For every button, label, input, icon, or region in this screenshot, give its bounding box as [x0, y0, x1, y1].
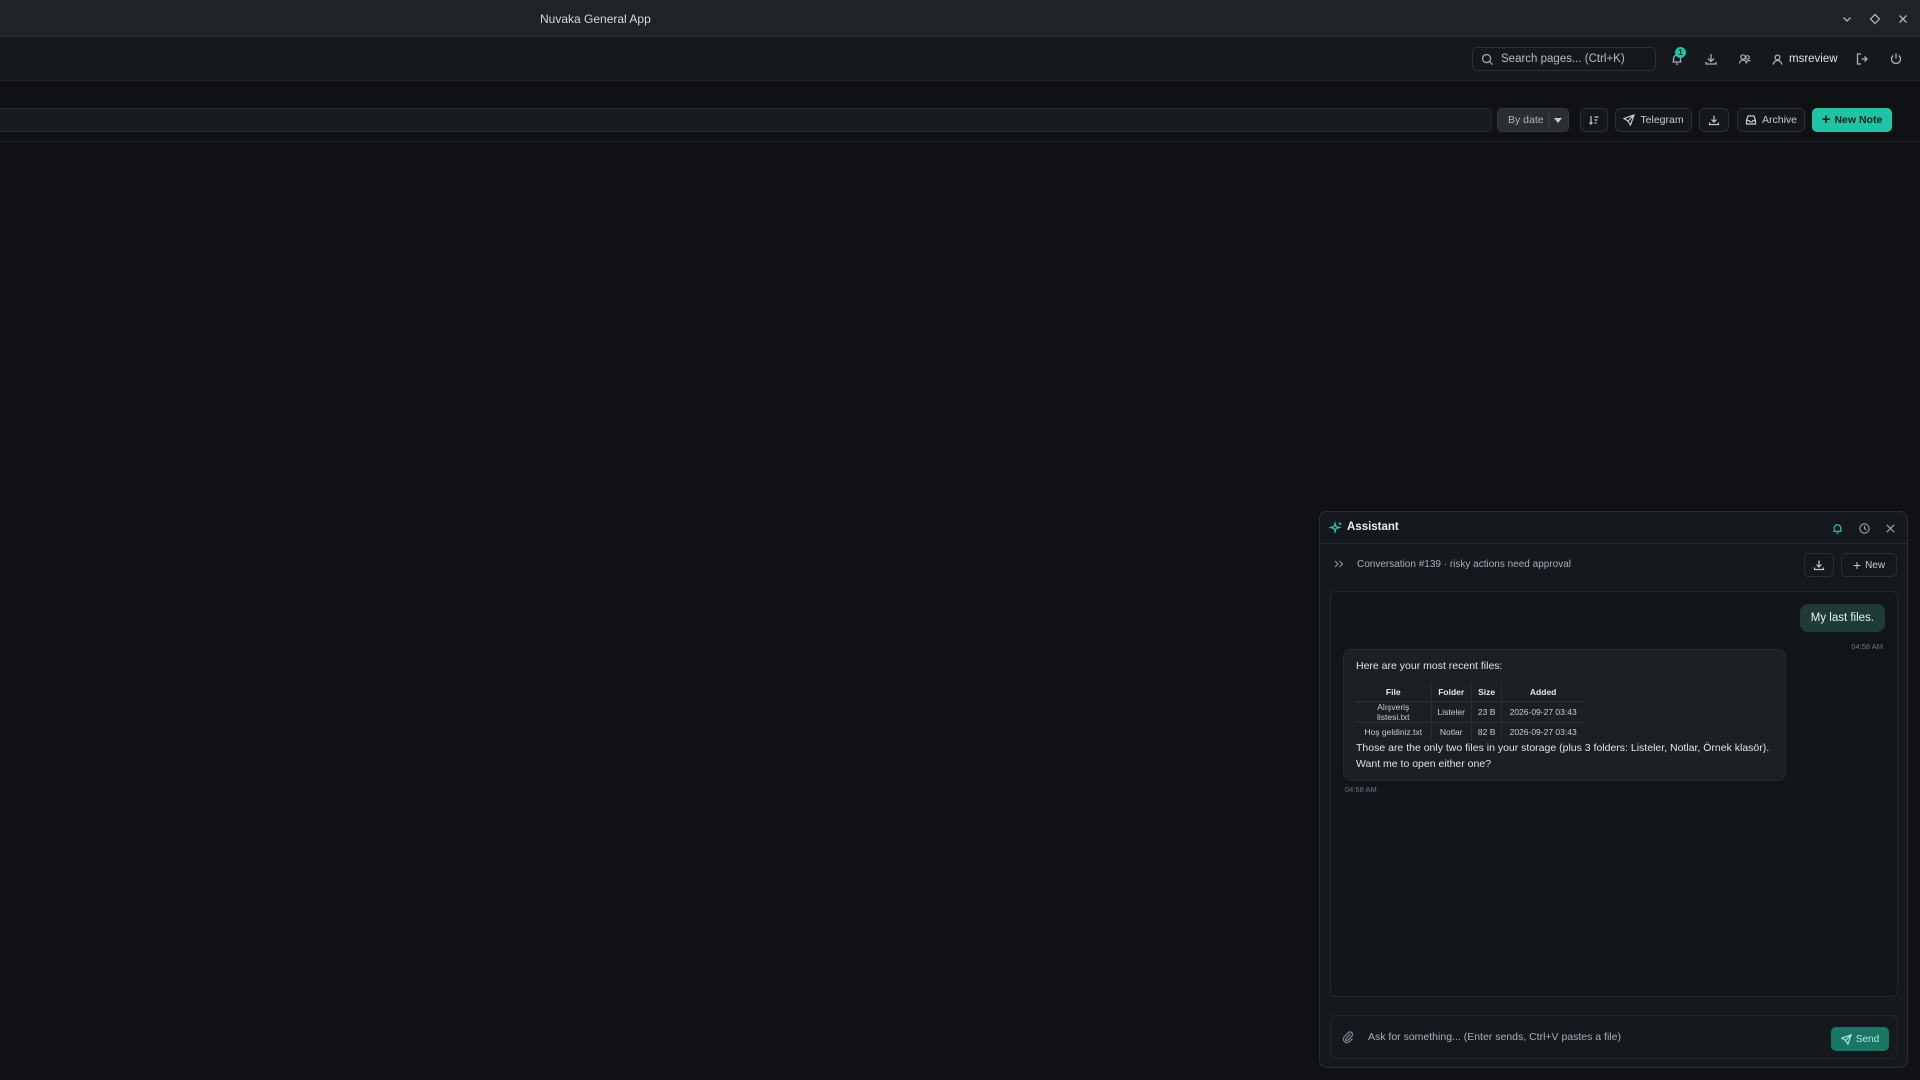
archive-button[interactable]: Archive	[1737, 108, 1805, 132]
new-conversation-button[interactable]: + New	[1841, 553, 1897, 577]
table-header: Folder	[1430, 683, 1472, 702]
power-button[interactable]	[1885, 48, 1907, 70]
chevron-down-icon	[1843, 17, 1851, 22]
notification-badge: 1	[1675, 47, 1686, 58]
history-icon	[1858, 522, 1870, 534]
filter-input[interactable]	[0, 108, 1492, 132]
assistant-message-outro: Those are the only two files in your sto…	[1356, 742, 1770, 770]
window-title: Nuvaka General App	[540, 12, 651, 26]
download-icon	[1708, 115, 1720, 126]
message-list[interactable]: My last files. 04:58 AM Here are your mo…	[1330, 591, 1898, 997]
files-table: File Folder Size Added Alışveriş listesi…	[1356, 683, 1584, 741]
table-cell: 23 B	[1470, 701, 1502, 723]
table-cell: 2026-09-27 03:43	[1501, 701, 1584, 723]
close-window-button[interactable]	[1893, 9, 1913, 29]
assistant-header: Assistant	[1320, 512, 1907, 544]
send-label: Send	[1855, 1033, 1880, 1045]
telegram-button[interactable]: Telegram	[1615, 108, 1692, 132]
logout-button[interactable]	[1851, 48, 1873, 70]
table-row: Alışveriş listesi.txt Listeler 23 B 2026…	[1356, 701, 1584, 723]
export-button[interactable]	[1699, 108, 1729, 132]
telegram-label: Telegram	[1640, 114, 1684, 126]
power-icon	[1890, 53, 1902, 65]
composer: Send	[1330, 1015, 1898, 1059]
sort-direction-button[interactable]	[1580, 108, 1608, 132]
send-button[interactable]: Send	[1831, 1027, 1889, 1051]
table-cell: 2026-09-27 03:43	[1501, 722, 1584, 741]
user-icon	[1772, 53, 1783, 65]
new-note-label: New Note	[1834, 114, 1883, 126]
table-cell: Alışveriş listesi.txt	[1356, 701, 1431, 723]
export-conversation-button[interactable]	[1804, 553, 1834, 577]
sort-icon	[1589, 116, 1599, 125]
table-header: Size	[1470, 683, 1502, 702]
download-button[interactable]	[1700, 48, 1722, 70]
close-assistant-button[interactable]	[1881, 519, 1899, 537]
select-divider	[1548, 112, 1549, 129]
send-icon	[1623, 114, 1636, 126]
conversation-label: Conversation #139 · risky actions need a…	[1357, 559, 1572, 570]
archive-label: Archive	[1761, 114, 1797, 126]
paperclip-icon[interactable]	[1341, 1030, 1355, 1044]
assistant-message-intro: Here are your most recent files:	[1356, 660, 1503, 672]
title-bar: Nuvaka General App	[0, 0, 1920, 37]
download-icon	[1705, 54, 1717, 65]
table-row: Hoş geldiniz.txt Notlar 82 B 2026-09-27 …	[1356, 722, 1584, 741]
archive-icon	[1745, 115, 1757, 125]
notes-toolbar: By date Telegram Archive + New Note	[0, 108, 1920, 142]
app-header: msreview	[0, 37, 1920, 81]
logout-icon	[1856, 53, 1868, 65]
table-header: File	[1356, 683, 1431, 702]
assistant-message: Here are your most recent files: File Fo…	[1343, 649, 1786, 781]
message-input[interactable]	[1368, 1028, 1808, 1046]
notifications-toggle-button[interactable]	[1828, 519, 1846, 537]
caret-down-icon	[1554, 118, 1562, 123]
sort-select[interactable]: By date	[1497, 108, 1569, 132]
assistant-message-time: 04:58 AM	[1345, 785, 1377, 794]
minimize-button[interactable]	[1837, 9, 1857, 29]
plus-icon: +	[1852, 557, 1862, 573]
search-box[interactable]	[1472, 47, 1656, 71]
username-label: msreview	[1789, 53, 1838, 65]
table-header: Added	[1501, 683, 1584, 702]
restore-icon	[1869, 13, 1881, 25]
close-icon	[1885, 523, 1895, 533]
maximize-button[interactable]	[1865, 9, 1885, 29]
search-icon	[1481, 53, 1494, 65]
plus-icon: +	[1821, 111, 1831, 128]
conversation-bar: Conversation #139 · risky actions need a…	[1320, 544, 1907, 584]
table-cell: 82 B	[1470, 722, 1502, 741]
user-message: My last files.	[1799, 604, 1885, 632]
sparkle-icon	[1329, 521, 1342, 535]
user-message-time: 04:58 AM	[1851, 642, 1883, 651]
new-conversation-label: New	[1865, 559, 1886, 571]
sort-select-label: By date	[1508, 114, 1544, 126]
send-icon	[1840, 1033, 1852, 1045]
bell-icon	[1832, 523, 1842, 534]
users-icon	[1738, 54, 1751, 64]
table-cell: Hoş geldiniz.txt	[1364, 726, 1423, 737]
search-input[interactable]	[1501, 53, 1651, 65]
users-button[interactable]	[1734, 48, 1756, 70]
history-button[interactable]	[1855, 519, 1873, 537]
user-menu[interactable]: msreview	[1771, 48, 1838, 70]
close-icon	[1899, 15, 1907, 23]
table-cell: Listeler	[1430, 701, 1472, 723]
new-note-button[interactable]: + New Note	[1812, 108, 1892, 132]
table-cell: Notlar	[1430, 722, 1472, 741]
download-icon	[1813, 560, 1825, 571]
assistant-title: Assistant	[1347, 521, 1399, 533]
assistant-panel: Assistant Conversation #139 · risky acti…	[1319, 511, 1908, 1068]
expand-icon[interactable]	[1332, 557, 1346, 571]
